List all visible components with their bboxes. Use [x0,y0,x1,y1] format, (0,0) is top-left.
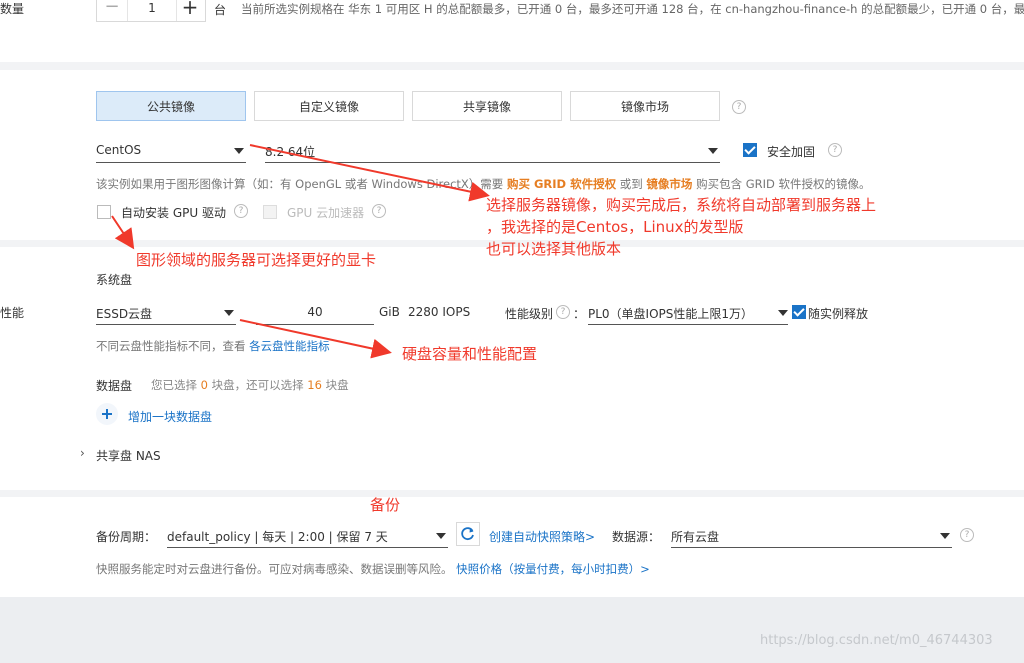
decrement-button[interactable]: − [97,0,127,21]
os-select[interactable]: CentOS [96,140,246,163]
quantity-stepper[interactable]: − 1 + [96,0,206,22]
annotation-backup: 备份 [370,496,401,514]
chevron-down-icon [234,148,244,154]
help-icon[interactable]: ? [556,305,570,319]
help-icon[interactable]: ? [828,143,842,157]
annotation-image-line2: ，我选择的是Centos，Linux的发型版 [486,218,744,236]
backup-cycle-label: 备份周期： [96,530,157,544]
tab-custom-image[interactable]: 自定义镜像 [254,91,404,121]
snapshot-price-link[interactable]: 快照价格（按量付费，每小时扣费）> [456,562,650,576]
perf-level-select[interactable]: PL0（单盘IOPS性能上限1万） [588,302,788,325]
version-select[interactable]: 8.2 64位 [265,140,720,163]
version-select-value: 8.2 64位 [265,145,316,159]
help-icon[interactable]: ? [372,204,386,218]
disk-performance-link[interactable]: 各云盘性能指标 [249,339,330,353]
perf-level-value: PL0（单盘IOPS性能上限1万） [588,307,754,321]
buy-grid-link[interactable]: 购买 GRID 软件授权 [507,177,616,191]
system-disk-label: 系统盘 [96,273,133,287]
storage-side-label: 性能 [0,306,25,320]
disk-type-select[interactable]: ESSD云盘 [96,302,236,325]
help-icon[interactable]: ? [234,204,248,218]
data-source-value: 所有云盘 [671,530,720,544]
release-with-instance-label: 随实例释放 [808,307,869,321]
create-snapshot-policy-link[interactable]: 创建自动快照策略> [489,528,595,545]
chevron-down-icon [224,310,234,316]
annotation-image-line3: 也可以选择其他版本 [486,240,622,258]
perf-level-colon: ： [573,307,586,321]
disk-type-value: ESSD云盘 [96,307,153,321]
increment-button[interactable]: + [175,0,205,21]
section-divider [0,490,1024,497]
disk-size-input[interactable]: 40 [256,302,374,325]
help-icon[interactable]: ? [960,528,974,542]
grid-notice-suffix: 购买包含 GRID 软件授权的镜像。 [696,177,871,191]
data-disk-count: 0 [200,378,208,392]
chevron-down-icon [436,533,446,539]
disk-iops: 2280 IOPS [408,305,471,319]
help-icon[interactable]: ? [732,100,746,114]
backup-note-prefix: 快照服务能定时对云盘进行备份。可应对病毒感染、数据误删等风险。 [96,562,453,576]
annotation-image-line1: 选择服务器镜像，购买完成后，系统将自动部署到服务器上 [486,196,877,214]
quota-note: 当前所选实例规格在 华东 1 可用区 H 的总配额最多，已开通 0 台，最多还可… [241,2,1024,16]
disk-size-unit: GiB [379,305,400,319]
disk-size-value: 40 [307,305,323,319]
quantity-label: 数量 [0,2,25,16]
tab-public-image[interactable]: 公共镜像 [96,91,246,121]
footer-area [0,597,1024,663]
tab-image-market[interactable]: 镜像市场 [570,91,720,121]
os-select-value: CentOS [96,143,142,157]
plus-icon [102,409,112,419]
section-divider [0,62,1024,70]
chevron-down-icon [708,148,718,154]
data-disk-note: 您已选择 0 块盘，还可以选择 16 块盘 [151,377,349,393]
grid-notice: 该实例如果用于图形图像计算（如：有 OpenGL 或者 Windows Dire… [96,176,871,192]
disk-note: 不同云盘性能指标不同，查看 各云盘性能指标 [96,338,330,354]
nas-label[interactable]: 共享盘 NAS [96,447,161,464]
data-disk-remain: 16 [307,378,322,392]
security-hardening-label: 安全加固 [767,145,816,159]
gpu-driver-checkbox[interactable] [97,205,111,219]
gpu-accelerator-checkbox [263,205,277,219]
data-disk-label: 数据盘 [96,379,133,393]
annotation-gpu: 图形领域的服务器可选择更好的显卡 [136,251,377,269]
chevron-down-icon [940,533,950,539]
quantity-unit: 台 [214,3,227,17]
data-source-label: 数据源： [612,530,661,544]
add-data-disk-button[interactable] [96,403,118,425]
data-disk-note-a: 您已选择 [151,378,197,392]
backup-policy-select[interactable]: default_policy | 每天 | 2:00 | 保留 7 天 [167,525,448,548]
grid-notice-mid: 或到 [619,177,643,191]
backup-note: 快照服务能定时对云盘进行备份。可应对病毒感染、数据误删等风险。 快照价格（按量付… [96,561,650,577]
gpu-driver-label: 自动安装 GPU 驱动 [121,206,226,220]
annotation-disk: 硬盘容量和性能配置 [402,345,538,363]
quantity-input[interactable]: 1 [127,0,177,21]
watermark: https://blog.csdn.net/m0_46744303 [760,633,993,648]
perf-level-label: 性能级别 [505,307,554,321]
refresh-icon [461,527,474,541]
chevron-down-icon [778,310,788,316]
data-disk-note-b: 块盘，还可以选择 [211,378,304,392]
backup-policy-value: default_policy | 每天 | 2:00 | 保留 7 天 [167,530,388,544]
security-hardening-checkbox[interactable] [743,143,757,157]
release-with-instance-checkbox[interactable] [792,305,806,319]
disk-note-prefix: 不同云盘性能指标不同，查看 [96,339,246,353]
tab-shared-image[interactable]: 共享镜像 [412,91,562,121]
image-market-link[interactable]: 镜像市场 [646,177,692,191]
refresh-button[interactable] [456,522,480,546]
grid-notice-prefix: 该实例如果用于图形图像计算（如：有 OpenGL 或者 Windows Dire… [96,177,504,191]
chevron-right-icon[interactable]: › [80,446,85,460]
data-disk-note-c: 块盘 [325,378,349,392]
gpu-accelerator-label: GPU 云加速器 [287,206,365,220]
data-source-select[interactable]: 所有云盘 [671,525,952,548]
add-data-disk-link[interactable]: 增加一块数据盘 [128,408,212,425]
